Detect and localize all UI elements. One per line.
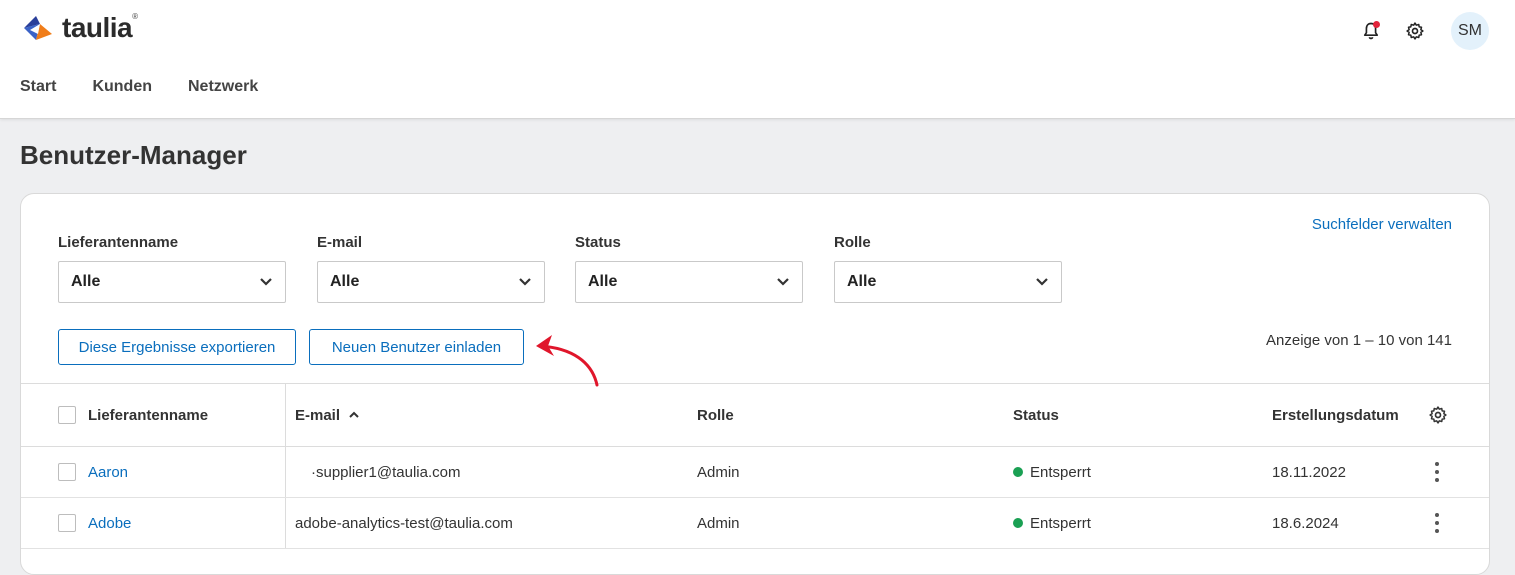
status-indicator-icon (1013, 467, 1023, 477)
filter-label: Lieferantenname (58, 234, 179, 251)
chevron-down-icon (260, 278, 272, 286)
row-actions-button[interactable] (1435, 447, 1439, 497)
row-actions-button[interactable] (1435, 498, 1439, 548)
header-created-date[interactable]: Erstellungsdatum (1272, 384, 1399, 446)
column-divider (285, 447, 286, 497)
status-cell: Entsperrt (1013, 447, 1091, 497)
status-cell: Entsperrt (1013, 498, 1091, 548)
header-email-label: E-mail (295, 406, 341, 424)
filter-supplier-name: Lieferantenname Alle (58, 234, 288, 303)
filter-label: E-mail (317, 234, 363, 251)
filter-role: Rolle Alle (834, 234, 1064, 303)
row-checkbox[interactable] (58, 463, 76, 481)
select-all-cell (58, 384, 76, 446)
manage-search-fields-link[interactable]: Suchfelder verwalten (1312, 216, 1452, 233)
chevron-down-icon (1036, 278, 1048, 286)
status-label: Entsperrt (1030, 463, 1091, 481)
supplier-name-select[interactable]: Alle (58, 261, 286, 303)
invite-user-button[interactable]: Neuen Benutzer einladen (309, 329, 524, 365)
gear-icon (1406, 22, 1424, 40)
table-row: Adobe adobe-analytics-test@taulia.com Ad… (21, 498, 1489, 549)
role-cell: Admin (697, 463, 740, 481)
select-value: Alle (330, 273, 360, 290)
row-checkbox[interactable] (58, 514, 76, 532)
select-all-checkbox[interactable] (58, 406, 76, 424)
row-select-cell (58, 447, 76, 497)
column-settings-button[interactable] (1428, 384, 1448, 446)
export-results-button[interactable]: Diese Ergebnisse exportieren (58, 329, 296, 365)
more-vertical-icon (1435, 460, 1439, 484)
main-nav: Start Kunden Netzwerk (20, 78, 294, 96)
notifications-button[interactable] (1353, 13, 1389, 49)
header-supplier-name[interactable]: Lieferantenname (88, 384, 208, 446)
filter-label: Status (575, 234, 621, 251)
select-value: Alle (588, 273, 618, 290)
table-row: Aaron ·supplier1@taulia.com Admin Entspe… (21, 447, 1489, 498)
filter-email: E-mail Alle (317, 234, 547, 303)
filter-status: Status Alle (575, 234, 805, 303)
page-title: Benutzer-Manager (20, 140, 247, 170)
created-date-cell: 18.11.2022 (1272, 463, 1346, 481)
created-date-cell: 18.6.2024 (1272, 514, 1339, 532)
supplier-name-link[interactable]: Adobe (88, 498, 131, 548)
nav-item-kunden[interactable]: Kunden (92, 78, 152, 96)
taulia-logo-icon (24, 16, 52, 40)
table-header: Lieferantenname E-mail Rolle Status Erst… (21, 383, 1489, 447)
supplier-name-link[interactable]: Aaron (88, 447, 128, 497)
role-select[interactable]: Alle (834, 261, 1062, 303)
status-indicator-icon (1013, 518, 1023, 528)
email-cell: ·supplier1@taulia.com (311, 463, 461, 481)
nav-item-start[interactable]: Start (20, 78, 56, 96)
column-divider (285, 384, 286, 446)
status-label: Entsperrt (1030, 514, 1091, 532)
results-count: Anzeige von 1 – 10 von 141 (1266, 332, 1452, 349)
email-cell: adobe-analytics-test@taulia.com (295, 514, 513, 532)
header-actions: SM (1345, 12, 1489, 50)
more-vertical-icon (1435, 511, 1439, 535)
users-table: Lieferantenname E-mail Rolle Status Erst… (21, 383, 1489, 549)
annotation-arrow-icon (536, 335, 599, 387)
filter-label: Rolle (834, 234, 871, 251)
select-value: Alle (71, 273, 101, 290)
email-select[interactable]: Alle (317, 261, 545, 303)
header-status[interactable]: Status (1013, 384, 1059, 446)
notification-dot (1373, 21, 1380, 28)
column-divider (285, 498, 286, 548)
chevron-down-icon (519, 278, 531, 286)
sort-ascending-icon (349, 411, 359, 418)
gear-icon (1429, 406, 1447, 424)
status-select[interactable]: Alle (575, 261, 803, 303)
nav-item-netzwerk[interactable]: Netzwerk (188, 78, 258, 96)
settings-button[interactable] (1397, 13, 1433, 49)
row-select-cell (58, 498, 76, 548)
brand-logo[interactable]: taulia® (20, 12, 138, 44)
chevron-down-icon (777, 278, 789, 286)
user-avatar[interactable]: SM (1451, 12, 1489, 50)
role-cell: Admin (697, 514, 740, 532)
brand-name: taulia® (62, 12, 138, 43)
user-manager-card: Suchfelder verwalten Lieferantenname All… (20, 193, 1490, 575)
top-header: taulia® Start Kunden Netzwerk SM (0, 0, 1515, 119)
header-email[interactable]: E-mail (295, 384, 360, 446)
select-value: Alle (847, 273, 877, 290)
header-role[interactable]: Rolle (697, 384, 734, 446)
